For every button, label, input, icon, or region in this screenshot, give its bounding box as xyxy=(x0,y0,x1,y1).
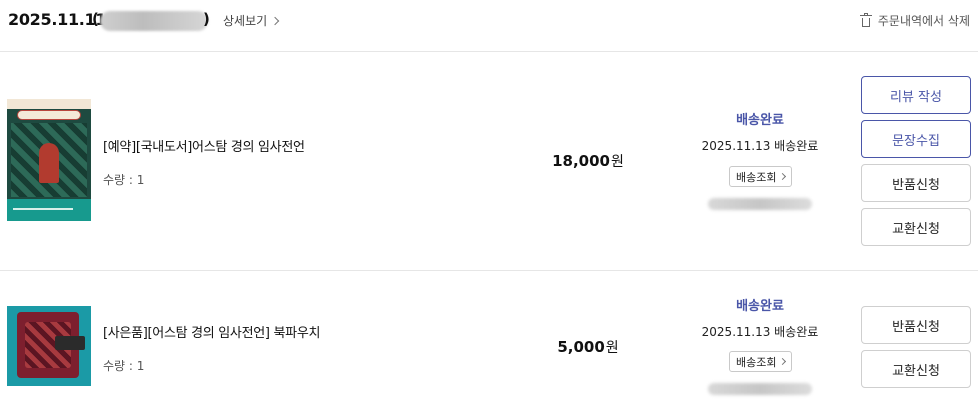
product-price: 5,000원 xyxy=(528,337,648,357)
redacted-order-number xyxy=(100,11,208,31)
redacted-tracking-info xyxy=(708,198,812,210)
track-delivery-label: 배송조회 xyxy=(736,355,777,369)
price-value: 18,000 xyxy=(552,152,610,170)
exchange-request-button[interactable]: 교환신청 xyxy=(861,350,971,388)
delete-order-label: 주문내역에서 삭제 xyxy=(877,14,970,28)
order-item: [예약][국내도서]어스탐 경의 임사전언 수량 : 1 18,000원 배송완… xyxy=(0,52,978,271)
chevron-right-icon xyxy=(779,172,787,181)
delivery-date: 2025.11.13 배송완료 xyxy=(701,139,819,153)
order-number-close: ) xyxy=(203,10,210,28)
book-pouch-image[interactable] xyxy=(7,306,91,386)
price-currency: 원 xyxy=(605,340,619,356)
order-detail-link[interactable]: 상세보기 xyxy=(223,12,280,29)
product-quantity: 수량 : 1 xyxy=(103,359,145,373)
order-item: [사은품][어스탐 경의 임사전언] 북파우치 수량 : 1 5,000원 배송… xyxy=(0,271,978,416)
delivery-status: 배송완료 xyxy=(736,113,784,128)
delivery-status: 배송완료 xyxy=(736,299,784,314)
order-number-open: ( xyxy=(92,10,99,28)
order-detail-label: 상세보기 xyxy=(223,14,268,28)
product-title[interactable]: [사은품][어스탐 경의 임사전언] 북파우치 xyxy=(103,322,320,341)
delivery-date: 2025.11.13 배송완료 xyxy=(701,325,819,339)
trash-icon xyxy=(859,12,872,27)
chevron-right-icon xyxy=(779,357,787,366)
track-delivery-button[interactable]: 배송조회 xyxy=(729,166,793,187)
delete-order-button[interactable]: 주문내역에서 삭제 xyxy=(859,12,970,29)
track-delivery-button[interactable]: 배송조회 xyxy=(729,351,793,372)
write-review-button[interactable]: 리뷰 작성 xyxy=(861,76,971,114)
product-quantity: 수량 : 1 xyxy=(103,173,145,187)
price-value: 5,000 xyxy=(557,338,605,356)
exchange-request-button[interactable]: 교환신청 xyxy=(861,208,971,246)
book-cover-image[interactable] xyxy=(7,99,91,221)
return-request-button[interactable]: 반품신청 xyxy=(861,306,971,344)
return-request-button[interactable]: 반품신청 xyxy=(861,164,971,202)
redacted-tracking-info xyxy=(708,383,812,395)
chevron-right-icon xyxy=(270,16,280,26)
collect-sentence-button[interactable]: 문장수집 xyxy=(861,120,971,158)
price-currency: 원 xyxy=(611,154,624,170)
product-title[interactable]: [예약][국내도서]어스탐 경의 임사전언 xyxy=(103,136,305,155)
order-header: 2025.11.11 ( ) 상세보기 주문내역에서 삭제 xyxy=(0,0,978,52)
track-delivery-label: 배송조회 xyxy=(736,170,777,184)
product-price: 18,000원 xyxy=(528,151,648,171)
